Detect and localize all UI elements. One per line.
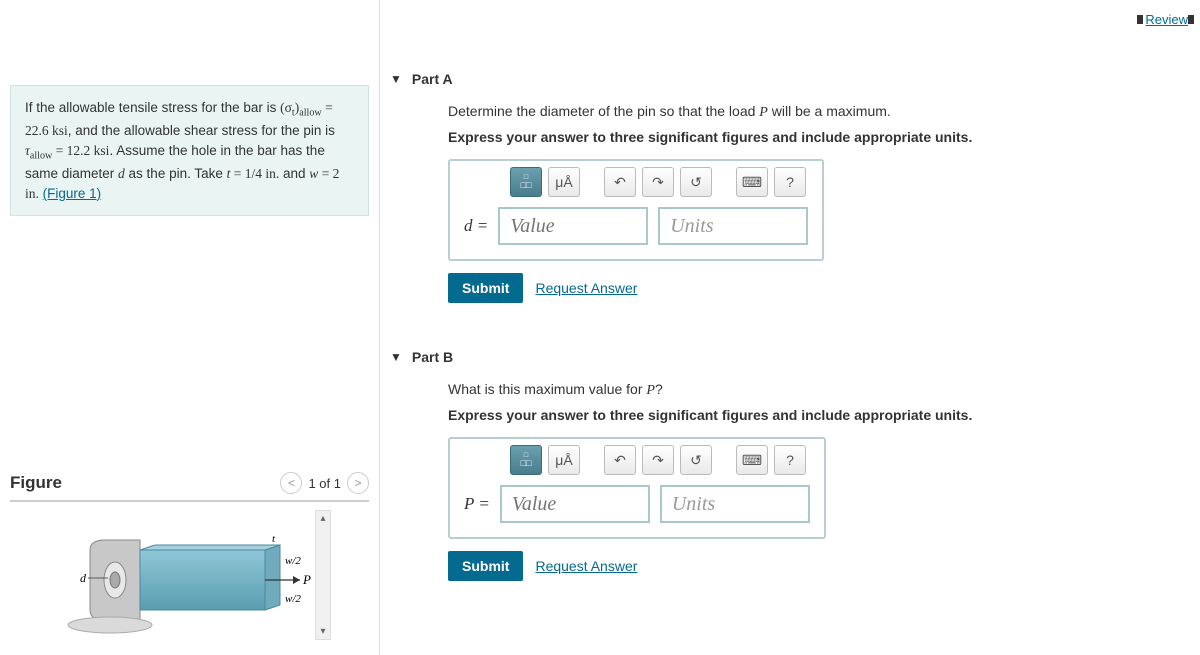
part-a-instruction: Express your answer to three significant… bbox=[448, 129, 1180, 145]
svg-text:w/2: w/2 bbox=[285, 593, 301, 605]
figure-image: P t w/2 w/2 d bbox=[10, 510, 315, 640]
svg-text:P: P bbox=[302, 572, 311, 587]
part-a-units-input[interactable]: Units bbox=[658, 207, 808, 245]
part-b-submit-button[interactable]: Submit bbox=[448, 551, 523, 581]
part-b-answer-box: □□□ μÅ ↶ ↷ ↺ ⌨ ? P = Units bbox=[448, 437, 826, 539]
help-button[interactable]: ? bbox=[774, 445, 806, 475]
figure-title: Figure bbox=[10, 473, 62, 493]
svg-text:w/2: w/2 bbox=[285, 555, 301, 567]
part-a-toggle[interactable]: ▼ bbox=[390, 72, 402, 86]
keyboard-button[interactable]: ⌨ bbox=[736, 167, 768, 197]
part-b-value-input[interactable] bbox=[500, 485, 650, 523]
units-symbol-button[interactable]: μÅ bbox=[548, 167, 580, 197]
part-b-request-answer[interactable]: Request Answer bbox=[535, 558, 637, 574]
part-b-units-input[interactable]: Units bbox=[660, 485, 810, 523]
part-a-title: Part A bbox=[412, 71, 453, 87]
figure-prev-button[interactable]: < bbox=[280, 472, 302, 494]
part-b-instruction: Express your answer to three significant… bbox=[448, 407, 1180, 423]
figure-counter: 1 of 1 bbox=[308, 476, 341, 491]
part-a-answer-box: □□□ μÅ ↶ ↷ ↺ ⌨ ? d = Units bbox=[448, 159, 824, 261]
units-symbol-button[interactable]: μÅ bbox=[548, 445, 580, 475]
svg-text:d: d bbox=[80, 571, 87, 585]
undo-button[interactable]: ↶ bbox=[604, 445, 636, 475]
part-b-title: Part B bbox=[412, 349, 453, 365]
part-a-value-input[interactable] bbox=[498, 207, 648, 245]
help-button[interactable]: ? bbox=[774, 167, 806, 197]
redo-button[interactable]: ↷ bbox=[642, 445, 674, 475]
template-button[interactable]: □□□ bbox=[510, 167, 542, 197]
review-link[interactable]: Review bbox=[1137, 12, 1198, 27]
figure-next-button[interactable]: > bbox=[347, 472, 369, 494]
svg-text:t: t bbox=[272, 533, 276, 545]
reset-button[interactable]: ↺ bbox=[680, 445, 712, 475]
figure-link[interactable]: (Figure 1) bbox=[43, 186, 102, 201]
keyboard-button[interactable]: ⌨ bbox=[736, 445, 768, 475]
redo-button[interactable]: ↷ bbox=[642, 167, 674, 197]
reset-button[interactable]: ↺ bbox=[680, 167, 712, 197]
scroll-down-icon[interactable]: ▾ bbox=[320, 626, 325, 637]
undo-button[interactable]: ↶ bbox=[604, 167, 636, 197]
scroll-up-icon[interactable]: ▴ bbox=[320, 513, 325, 524]
part-a-submit-button[interactable]: Submit bbox=[448, 273, 523, 303]
problem-statement: If the allowable tensile stress for the … bbox=[10, 85, 369, 216]
part-a-prompt: Determine the diameter of the pin so tha… bbox=[448, 103, 1180, 121]
part-b-prompt: What is this maximum value for P? bbox=[448, 381, 1180, 399]
template-button[interactable]: □□□ bbox=[510, 445, 542, 475]
part-a-request-answer[interactable]: Request Answer bbox=[535, 280, 637, 296]
figure-scrollbar[interactable]: ▴ ▾ bbox=[315, 510, 331, 640]
part-b-toggle[interactable]: ▼ bbox=[390, 350, 402, 364]
